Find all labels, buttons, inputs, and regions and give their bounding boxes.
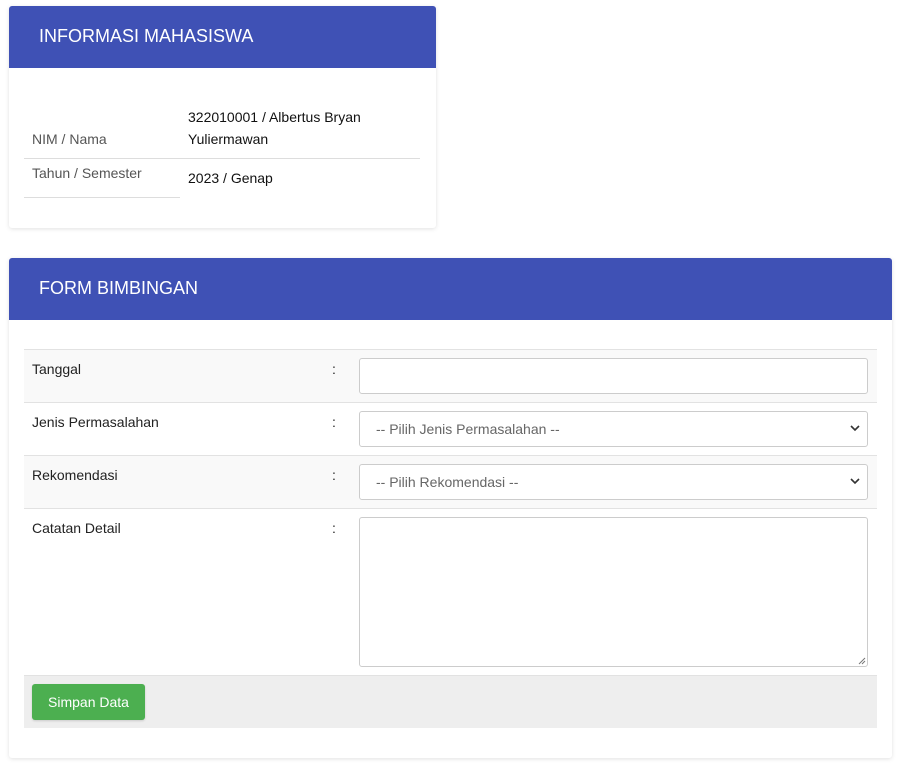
info-label-tahun-semester: Tahun / Semester — [24, 159, 180, 198]
rekomendasi-colon: : — [332, 467, 336, 483]
form-row-jenis-permasalahan: Jenis Permasalahan : -- Pilih Jenis Perm… — [24, 402, 877, 455]
student-info-card: INFORMASI MAHASISWA NIM / Nama 322010001… — [9, 6, 436, 228]
student-info-title: INFORMASI MAHASISWA — [9, 6, 436, 68]
jenis-permasalahan-select[interactable]: -- Pilih Jenis Permasalahan -- — [359, 411, 868, 447]
simpan-data-button[interactable]: Simpan Data — [32, 684, 145, 720]
form-row-catatan-detail: Catatan Detail : — [24, 508, 877, 675]
catatan-detail-label: Catatan Detail — [32, 520, 121, 536]
info-row-nim-nama: NIM / Nama 322010001 / Albertus Bryan Yu… — [24, 99, 420, 159]
resize-grip-icon[interactable] — [856, 655, 866, 665]
form-row-rekomendasi: Rekomendasi : -- Pilih Rekomendasi -- — [24, 455, 877, 508]
info-row-tahun-semester: Tahun / Semester 2023 / Genap — [24, 159, 420, 198]
info-label-nim-nama: NIM / Nama — [32, 131, 107, 147]
student-info-table: NIM / Nama 322010001 / Albertus Bryan Yu… — [24, 99, 420, 198]
chevron-down-icon — [850, 478, 860, 485]
guidance-form-table: Tanggal : Jenis Permasalahan : -- Pilih … — [24, 349, 877, 728]
info-value-nim-nama-line2: Yuliermawan — [188, 131, 269, 147]
rekomendasi-select[interactable]: -- Pilih Rekomendasi -- — [359, 464, 868, 500]
form-footer: Simpan Data — [24, 675, 877, 728]
info-value-nim-nama-line1: 322010001 / Albertus Bryan — [188, 109, 361, 125]
jenis-permasalahan-selected: -- Pilih Jenis Permasalahan -- — [376, 421, 560, 437]
rekomendasi-selected: -- Pilih Rekomendasi -- — [376, 474, 519, 490]
chevron-down-icon — [850, 425, 860, 432]
jenis-permasalahan-label: Jenis Permasalahan — [32, 414, 159, 430]
rekomendasi-label: Rekomendasi — [32, 467, 118, 483]
info-value-nim-nama: 322010001 / Albertus Bryan Yuliermawan — [180, 99, 420, 158]
guidance-form-title: FORM BIMBINGAN — [9, 258, 892, 320]
tanggal-label: Tanggal — [32, 361, 82, 377]
tanggal-input[interactable] — [359, 358, 868, 394]
catatan-detail-textarea[interactable] — [359, 517, 868, 667]
form-row-tanggal: Tanggal : — [24, 349, 877, 402]
tanggal-colon: : — [332, 361, 336, 377]
catatan-detail-colon: : — [332, 520, 336, 536]
guidance-form-card: FORM BIMBINGAN Tanggal : Jenis Permasala… — [9, 258, 892, 758]
jenis-permasalahan-colon: : — [332, 414, 336, 430]
info-value-tahun-semester: 2023 / Genap — [188, 170, 273, 186]
